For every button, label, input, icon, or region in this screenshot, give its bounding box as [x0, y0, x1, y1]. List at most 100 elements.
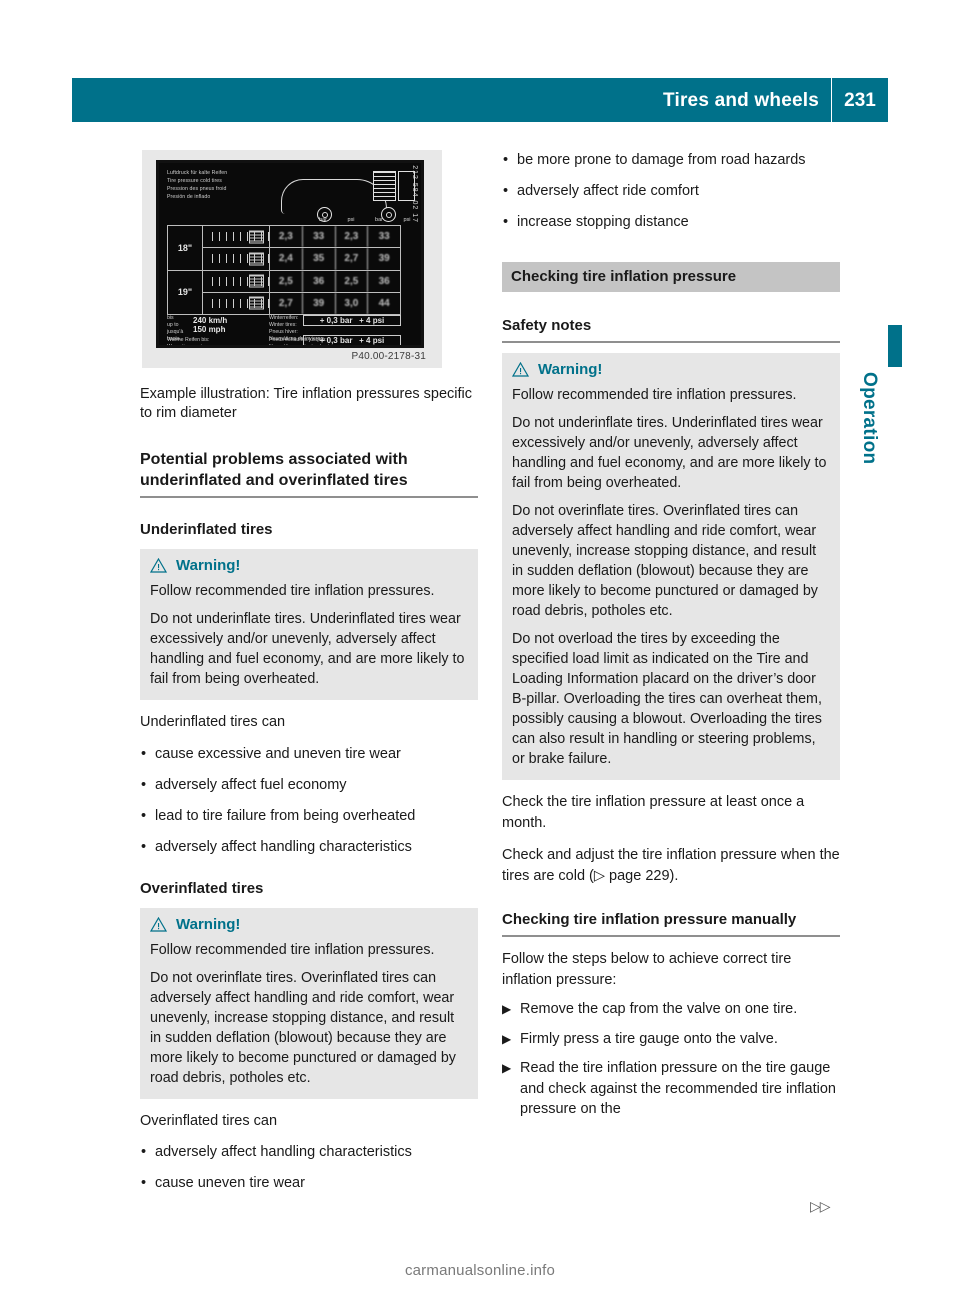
- placard-table-rows: 2,3 33 2,3 33 2,4 35 2,7 39 2,5 36 2,5 3…: [203, 226, 400, 314]
- warning-paragraph: Do not overload the tires by exceeding t…: [512, 631, 822, 767]
- list-item-label: adversely affect ride comfort: [517, 183, 699, 199]
- figure-caption: Example illustration: Tire inflation pre…: [140, 386, 473, 421]
- warning-triangle-icon: [149, 557, 168, 573]
- heading-safety-notes: Safety notes: [502, 316, 840, 343]
- continuation-marker-icon: ▷▷: [810, 1198, 831, 1214]
- cell-value: 2,3: [336, 226, 369, 248]
- loaded-tire-icon: [203, 292, 270, 314]
- cross-reference-link[interactable]: ▷ page 229: [594, 868, 670, 884]
- warning-triangle-icon: [511, 361, 530, 377]
- right-column: • be more prone to damage from road haza…: [502, 150, 840, 1120]
- cell-value: 2,7: [336, 248, 369, 270]
- left-column: Luftdruck für kalte Reifen Tire pressure…: [140, 150, 478, 1193]
- adjust-bar-unit: bar: [339, 316, 353, 325]
- warning-paragraph: Do not overinflate tires. Overinflated t…: [150, 969, 456, 1086]
- warning-triangle-icon: [149, 916, 168, 932]
- warning-paragraph: Follow recommended tire inflation pressu…: [150, 941, 435, 958]
- adjust-bar-value: + 0,3: [319, 336, 338, 345]
- cell-value: 3,0: [336, 292, 369, 314]
- table-row: 2,4 35 2,7 39: [203, 248, 400, 271]
- list-item: • adversely affect ride comfort: [502, 181, 840, 201]
- list-overinflated-effects-continued: • be more prone to damage from road haza…: [502, 150, 840, 232]
- paragraph-follow-steps: Follow the steps below to achieve correc…: [502, 951, 792, 988]
- vehicle-silhouette-icon: [281, 179, 387, 214]
- loaded-tire-icon: [203, 248, 270, 270]
- page-title: Tires and wheels: [663, 89, 819, 111]
- warning-paragraph: Follow recommended tire inflation pressu…: [512, 387, 797, 403]
- list-item-label: adversely affect handling characteristic…: [155, 1144, 412, 1160]
- step-marker-icon: ▶: [502, 1031, 512, 1046]
- adjust-psi-value: + 4: [359, 336, 371, 345]
- cell-value: 39: [303, 292, 336, 314]
- adjustment-box-cold: + 0,3 bar + 4 psi: [303, 315, 401, 326]
- list-item: • adversely affect handling characterist…: [140, 837, 478, 857]
- cell-value: 33: [378, 231, 390, 243]
- unit-header-0: bar: [319, 217, 327, 223]
- list-item-label: cause uneven tire wear: [155, 1175, 305, 1191]
- heading-overinflated-tires: Overinflated tires: [140, 879, 264, 897]
- heading-potential-problems: Potential problems associated with under…: [140, 449, 478, 498]
- bullet-icon: •: [141, 745, 147, 762]
- cell-value: 33: [303, 226, 336, 248]
- warning-paragraph: Do not underinflate tires. Underinflated…: [512, 415, 827, 491]
- unit-header-1: psi: [347, 217, 355, 223]
- bullet-icon: •: [141, 1144, 147, 1160]
- list-item-label: adversely affect handling characteristic…: [155, 838, 412, 855]
- cell-value: 2,3: [270, 226, 303, 248]
- list-item: ▶ Remove the cap from the valve on one t…: [502, 999, 840, 1020]
- warning-header: Warning!: [149, 557, 468, 574]
- bullet-icon: •: [141, 807, 147, 824]
- cell-value: 36: [303, 270, 336, 292]
- bullet-icon: •: [141, 838, 147, 855]
- placard-lang-en: Tire pressure cold tires: [167, 178, 222, 184]
- page-header-bar: Tires and wheels 231: [72, 78, 888, 122]
- cell-value: 2,7: [270, 292, 303, 314]
- cell-value: 39: [378, 253, 390, 265]
- table-row: 2,5 36 2,5 36: [203, 270, 400, 293]
- cell-value: 35: [303, 248, 336, 270]
- warm-tire-labels-left: Warme Reifen bis: Warm tires up to:: [167, 337, 209, 348]
- figure-tire-placard: Luftdruck für kalte Reifen Tire pressure…: [142, 150, 442, 368]
- step-marker-icon: ▶: [502, 1061, 512, 1075]
- adjust-psi-value: + 4: [359, 316, 371, 325]
- list-item-label: increase stopping distance: [517, 214, 689, 230]
- adjust-bar-value: + 0,3: [319, 316, 338, 325]
- paragraph-underinflated-lead: Underinflated tires can: [140, 714, 286, 730]
- list-item-label: cause excessive and uneven tire wear: [155, 745, 401, 762]
- speed-mph: 150 mph: [193, 325, 226, 334]
- rim-size-18: 18": [168, 226, 202, 271]
- bullet-icon: •: [503, 183, 509, 199]
- footer-watermark: carmanualsonline.info: [404, 1262, 556, 1279]
- summer-tire-icon: [203, 270, 270, 292]
- unit-header-2: bar: [375, 217, 383, 223]
- cell-value: 36: [378, 275, 390, 287]
- warning-label: Warning!: [176, 557, 241, 574]
- paragraph-check-cold: Check and adjust the tire inflation pres…: [502, 845, 840, 886]
- adjustment-box-warm: + 0,3 bar + 4 psi: [303, 335, 401, 345]
- warning-box-underinflated: Warning! Follow recommended tire inflati…: [140, 549, 478, 700]
- list-item: • cause uneven tire wear: [140, 1173, 478, 1193]
- warning-box-safety-notes: Warning! Follow recommended tire inflati…: [502, 353, 840, 780]
- warm-label-1: Warm tires up to:: [167, 344, 207, 348]
- placard-pressure-table: 18" 19" 2,3 33 2,3 33 2,4 35 2,7 39 2,5 …: [167, 225, 401, 315]
- list-item-label: lead to tire failure from being overheat…: [155, 807, 416, 824]
- placard-unit-headers: bar psi bar psi: [309, 217, 421, 223]
- list-item: • lead to tire failure from being overhe…: [140, 806, 478, 826]
- paragraph-cold-suffix: ).: [669, 867, 679, 884]
- adjust-psi-unit: psi: [372, 316, 385, 325]
- warning-paragraph: Do not overinflate tires. Overinflated t…: [512, 503, 818, 619]
- placard-lang-fr: Pression des pneus froid: [167, 186, 227, 192]
- chapter-tab-text: Operation: [859, 372, 880, 465]
- list-item-label: Read the tire inflation pressure on the …: [520, 1060, 836, 1117]
- placard-language-lines: Luftdruck für kalte Reifen Tire pressure…: [167, 169, 227, 201]
- list-inflation-steps: ▶ Remove the cap from the valve on one t…: [502, 999, 840, 1120]
- warning-label: Warning!: [176, 915, 241, 933]
- warning-header: Warning!: [511, 361, 830, 377]
- speed-kmh: 240 km/h: [193, 316, 228, 325]
- rim-size-column: 18" 19": [168, 226, 203, 314]
- list-item-label: adversely affect fuel economy: [155, 776, 347, 793]
- speed-limit-values: 240 km/h 150 mph: [193, 316, 227, 334]
- figure-reference-code: P40.00-2178-31: [351, 351, 426, 362]
- placard-lang-de: Luftdruck für kalte Reifen: [167, 170, 228, 176]
- paragraph-check-monthly: Check the tire inflation pressure at lea…: [502, 794, 805, 831]
